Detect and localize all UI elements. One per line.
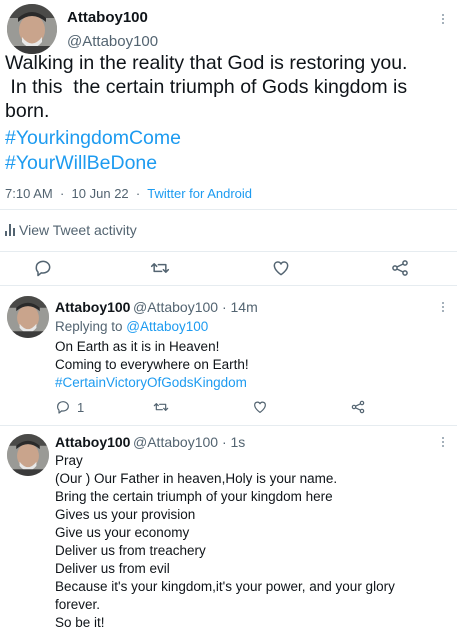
replying-to-handle[interactable]: @Attaboy100 [126, 319, 208, 334]
share-icon [351, 400, 365, 414]
share-button[interactable] [390, 258, 410, 278]
like-button[interactable] [252, 399, 268, 415]
handle[interactable]: @Attaboy100 [133, 299, 218, 315]
more-vertical-icon[interactable] [436, 435, 450, 449]
reply-text-line: forever. [55, 597, 101, 612]
like-button[interactable] [271, 258, 291, 278]
reply-text-line: Gives us your provision [55, 507, 196, 522]
reply-button[interactable] [33, 258, 53, 278]
tweet-text-line: In this the certain triumph of Gods king… [5, 76, 408, 98]
heart-icon [254, 401, 266, 413]
reply-handle-age: @Attaboy100 · 1s [133, 434, 245, 450]
tweet-text-line: born. [5, 100, 50, 122]
hashtag-link[interactable]: #CertainVictoryOfGodsKingdom [55, 374, 249, 392]
reply-text: Pray (Our ) Our Father in heaven,Holy is… [55, 452, 395, 632]
more-vertical-icon[interactable] [436, 300, 450, 314]
divider [0, 425, 457, 426]
reply-text-line: On Earth as it is in Heaven! [55, 339, 220, 354]
reply-text-line: Because it's your kingdom,it's your powe… [55, 579, 395, 594]
reply-bubble-icon [57, 401, 69, 414]
display-name[interactable]: Attaboy100 [55, 434, 130, 450]
tweet-text-line: Walking in the reality that God is resto… [5, 52, 408, 74]
reply-text-line: (Our ) Our Father in heaven,Holy is your… [55, 471, 338, 486]
hashtag-link[interactable]: #YourWillBeDone [5, 151, 181, 176]
retweet-icon [150, 263, 170, 273]
reply-text-line: Bring the certain triumph of your kingdo… [55, 489, 333, 504]
avatar[interactable] [7, 434, 49, 476]
reply-count: 1 [77, 400, 85, 415]
share-icon [392, 260, 408, 276]
reply-text-line: Pray [55, 453, 83, 468]
reply-handle-age: @Attaboy100 · 14m [133, 299, 258, 315]
reply-text: On Earth as it is in Heaven! Coming to e… [55, 338, 249, 392]
reply-text-line: Deliver us from evil [55, 561, 170, 576]
hashtag-link[interactable]: #YourkingdomCome [5, 126, 181, 151]
reply-age: 14m [230, 299, 258, 315]
tweet-date: 10 Jun 22 [71, 186, 129, 201]
hashtags: #YourkingdomCome #YourWillBeDone [5, 126, 181, 176]
meta-separator: · [221, 434, 227, 450]
tweet-source-link[interactable]: Twitter for Android [147, 186, 252, 201]
view-activity-link[interactable]: View Tweet activity [5, 222, 137, 238]
reply-button[interactable] [55, 399, 71, 415]
divider [0, 209, 457, 210]
reply-text-line: Give us your economy [55, 525, 190, 540]
reply-text-line: Coming to everywhere on Earth! [55, 357, 249, 372]
replying-to: Replying to @Attaboy100 [55, 318, 208, 336]
handle[interactable]: @Attaboy100 [133, 434, 218, 450]
tweet-text: Walking in the reality that God is resto… [5, 51, 455, 123]
tweet-time: 7:10 AM [5, 186, 53, 201]
avatar[interactable] [7, 296, 49, 338]
meta-separator: · [221, 299, 227, 315]
view-activity-label: View Tweet activity [19, 222, 137, 238]
reply-age: 1s [230, 434, 246, 450]
reply-text-line: So be it! [55, 615, 105, 630]
reply-text-line: Deliver us from treachery [55, 543, 206, 558]
tweet-meta: 7:10 AM · 10 Jun 22 · Twitter for Androi… [5, 186, 252, 201]
reply-bubble-icon [35, 260, 51, 277]
retweet-icon [153, 403, 169, 411]
display-name[interactable]: Attaboy100 [55, 299, 130, 315]
share-button[interactable] [350, 399, 366, 415]
retweet-button[interactable] [150, 258, 170, 278]
heart-icon [273, 261, 289, 276]
bar-chart-icon [5, 224, 15, 236]
more-vertical-icon[interactable] [436, 12, 450, 26]
handle[interactable]: @Attaboy100 [67, 33, 158, 50]
replying-to-label: Replying to [55, 319, 127, 334]
display-name[interactable]: Attaboy100 [67, 9, 148, 26]
retweet-button[interactable] [153, 399, 169, 415]
avatar[interactable] [7, 4, 57, 54]
divider [0, 285, 457, 286]
divider [0, 251, 457, 252]
